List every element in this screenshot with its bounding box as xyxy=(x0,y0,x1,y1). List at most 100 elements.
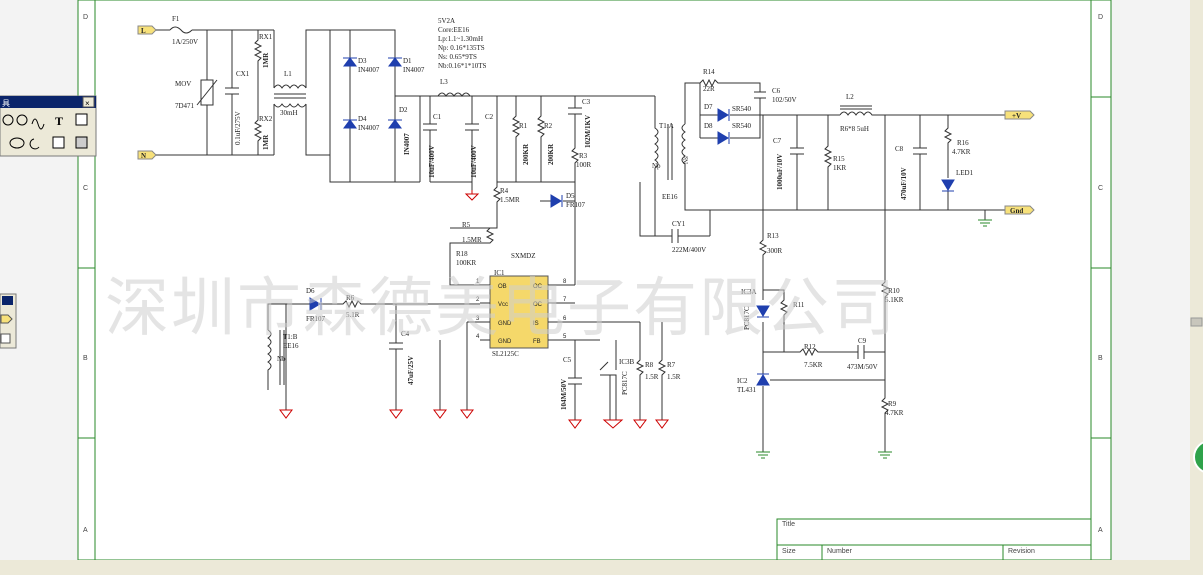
r16-value: 4.7KR xyxy=(952,148,971,156)
r8-value: 1.5R xyxy=(645,373,659,381)
c6-value: 102/50V xyxy=(772,96,797,104)
zone-left-c: C xyxy=(83,185,88,192)
c7-value: 1000uF/10V xyxy=(776,154,784,190)
r16-ref: R16 xyxy=(957,139,969,147)
d5-ref: D5 xyxy=(566,192,575,200)
mov-ref: MOV xyxy=(175,80,191,88)
c1-ref: C1 xyxy=(433,113,442,121)
net-gnd: Gnd xyxy=(1010,207,1023,215)
c7-ref: C7 xyxy=(773,137,782,145)
r14-value: 22R xyxy=(703,85,715,93)
horizontal-scrollbar[interactable] xyxy=(0,560,1203,575)
vertical-scrollbar[interactable] xyxy=(1190,0,1203,560)
c8-ref: C8 xyxy=(895,145,904,153)
ic2-ref: IC2 xyxy=(737,377,748,385)
d7-ref: D7 xyxy=(704,103,713,111)
zone-right-a: A xyxy=(1098,527,1103,534)
r2-value: 200KR xyxy=(547,143,555,165)
text-frame-icon[interactable] xyxy=(75,113,88,126)
ic1-part-top: SXMDZ xyxy=(511,252,536,260)
grid-tool-icon[interactable] xyxy=(75,136,88,149)
r3-value: 100R xyxy=(576,161,592,169)
r14-ref: R14 xyxy=(703,68,715,76)
cx1-value: 0.1uF/275V xyxy=(234,111,242,145)
port-toolbox[interactable] xyxy=(0,293,17,349)
tx-note-2: Lp:1.1~1.30mH xyxy=(438,35,483,43)
cy1-value: 222M/400V xyxy=(672,246,706,254)
d2-ref: D2 xyxy=(399,106,408,114)
cy1-ref: CY1 xyxy=(672,220,686,228)
net-vout: +V xyxy=(1012,112,1021,120)
tx-note-3: Np: 0.16*135TS xyxy=(438,44,485,52)
title-block: Title Size Number Revision xyxy=(776,518,1092,561)
image-tool-icon[interactable] xyxy=(52,136,65,149)
r15-ref: R15 xyxy=(833,155,845,163)
rx1-ref: RX1 xyxy=(259,33,273,41)
vertical-scroll-thumb[interactable] xyxy=(1190,317,1203,327)
zone-left-a: A xyxy=(83,527,88,534)
watermark: 深圳市森德美电子有限公司 xyxy=(105,272,897,346)
r7-ref: R7 xyxy=(667,361,676,369)
d3-value: IN4007 xyxy=(358,66,380,74)
r4-ref: R4 xyxy=(500,187,509,195)
net-l: L xyxy=(141,27,146,35)
ic3b-ref: IC3B xyxy=(619,358,635,366)
c8-value: 470uF/10V xyxy=(900,167,908,200)
c3-value: 102M/1KV xyxy=(584,115,592,148)
sheet-entry-icon[interactable] xyxy=(0,333,11,344)
zone-left-d: D xyxy=(83,14,88,21)
t1a-core: EE16 xyxy=(662,193,678,201)
schematic-canvas[interactable]: D C B A D C B A Title Size Number Revisi… xyxy=(0,0,1203,575)
ic3b-part: PC817C xyxy=(621,371,629,395)
drawing-toolbox[interactable]: 具 × T xyxy=(0,95,97,157)
r3-ref: R3 xyxy=(579,152,588,160)
d5-value: FR107 xyxy=(566,201,586,209)
r1-ref: R1 xyxy=(519,122,528,130)
tx-note-4: Ns: 0.65*9TS xyxy=(438,53,477,61)
c5-ref: C5 xyxy=(563,356,572,364)
zone-right-c: C xyxy=(1098,185,1103,192)
l1-value: 30mH xyxy=(280,109,298,117)
tx-note-5: Nb:0.16*1*10TS xyxy=(438,62,487,70)
cx1-ref: CX1 xyxy=(236,70,250,78)
c1-value: 10uF/400V xyxy=(428,145,436,178)
d4-ref: D4 xyxy=(358,115,367,123)
c3-ref: C3 xyxy=(582,98,591,106)
d1-ref: D1 xyxy=(403,57,412,65)
d8-value: SR540 xyxy=(732,122,752,130)
d1-value: IN4007 xyxy=(403,66,425,74)
d7-value: SR540 xyxy=(732,105,752,113)
f1-value: 1A/250V xyxy=(172,38,198,46)
rx2-value: 1MR xyxy=(262,134,270,150)
ic2-part: TL431 xyxy=(737,386,757,394)
t1a-np: Np xyxy=(652,162,661,170)
title-label: Title xyxy=(782,521,795,528)
net-n: N xyxy=(141,152,146,160)
r5-value: 1.5MR xyxy=(462,236,482,244)
c5-value: 104M/50V xyxy=(560,379,568,410)
l2-value: R6*8 5uH xyxy=(840,125,869,133)
mov-value: 7D471 xyxy=(175,102,195,110)
r15-value: 1KR xyxy=(833,164,847,172)
r18-value: 100KR xyxy=(456,259,477,267)
d3-ref: D3 xyxy=(358,57,367,65)
l2-ref: L2 xyxy=(846,93,854,101)
c2-value: 10uF/400V xyxy=(470,145,478,178)
zone-left-b: B xyxy=(83,355,88,362)
zone-right-b: B xyxy=(1098,355,1103,362)
c6-ref: C6 xyxy=(772,87,781,95)
number-label: Number xyxy=(827,548,853,555)
r9-ref: R9 xyxy=(888,400,897,408)
text-tool-icon[interactable]: T xyxy=(55,114,63,128)
r2-ref: R2 xyxy=(544,122,553,130)
rx2-ref: RX2 xyxy=(259,115,273,123)
toolbox-title: 具 xyxy=(2,99,10,108)
r9-value: 4.7KR xyxy=(885,409,904,417)
tx-note-1: Core:EE16 xyxy=(438,26,470,34)
d2-value: IN4007 xyxy=(403,133,411,155)
r5-ref: R5 xyxy=(462,221,471,229)
t1a-ns: Ns xyxy=(682,156,690,164)
ic1-part: SL2125C xyxy=(492,350,519,358)
d8-ref: D8 xyxy=(704,122,713,130)
toolbox-close-button[interactable]: × xyxy=(85,99,90,108)
